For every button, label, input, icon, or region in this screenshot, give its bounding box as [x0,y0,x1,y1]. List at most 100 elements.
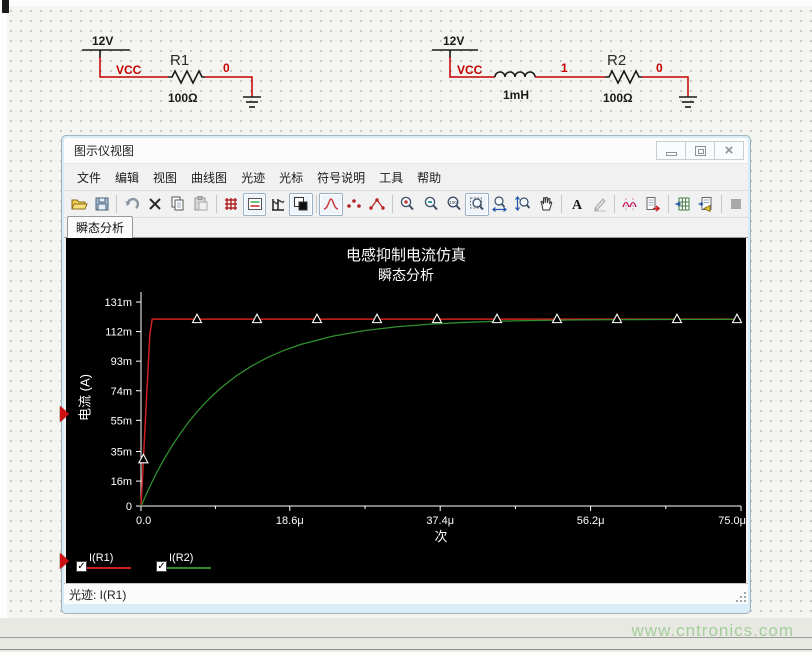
delete-x-icon [146,195,164,213]
net-label-0-right: 0 [656,61,663,75]
undo-icon [123,195,141,213]
curve-mode-button[interactable] [319,193,342,216]
wire-r2-gnd [642,77,688,97]
points-icon [345,195,363,213]
curve-points-icon [368,195,386,213]
tab-transient-analysis[interactable]: 瞬态分析 [67,216,133,238]
menu-cursor[interactable]: 光标 [272,165,310,190]
show-cursors-button[interactable] [618,193,641,216]
save-button[interactable] [90,193,113,216]
undo-button[interactable] [120,193,143,216]
menu-bar: 文件 编辑 视图 曲线图 光迹 光标 符号说明 工具 帮助 [64,164,748,191]
net-label-1: 1 [561,61,568,75]
r1-ref-label: R1 [170,52,189,69]
add-text-button[interactable]: A [565,193,588,216]
window-bottom-edge [64,604,748,612]
selected-legend-arrow [60,553,69,569]
trace-ir2-checkbox[interactable]: ✓ [156,561,167,572]
workspace-top-margin [0,0,812,6]
toolbar-separator [392,195,393,213]
close-button[interactable]: × [714,141,744,160]
paste-icon [192,195,210,213]
save-icon [93,195,111,213]
inductor-l1[interactable] [495,72,535,77]
zoom-in-button[interactable] [396,193,419,216]
svg-text:100: 100 [449,200,457,205]
export-sheet-icon [697,195,715,213]
restore-button[interactable] [685,141,715,160]
grapher-statusbar: 光迹: I(R1) [64,583,748,604]
chart-subtitle: 瞬态分析 [66,265,746,285]
ground-symbol-right[interactable] [679,97,697,107]
black-white-view-button[interactable] [289,193,312,216]
graph-properties-button[interactable] [266,193,289,216]
export-sheet-button[interactable] [695,193,718,216]
curve-point-mode-button[interactable] [366,193,389,216]
chart-panel: 016m35m55m74m93m112m131m0.018.6μ37.4μ56.… [66,238,746,583]
zoom-y-button[interactable] [512,193,535,216]
menu-trace[interactable]: 光迹 [234,165,272,190]
resistor-r2[interactable] [605,71,642,83]
svg-text:0: 0 [126,501,132,513]
open-folder-icon [70,195,88,213]
svg-text:93m: 93m [111,356,132,368]
zoom-100-button[interactable]: 100 [442,193,465,216]
ground-symbol-left[interactable] [243,97,261,107]
toolbar-separator [216,195,217,213]
close-icon: × [725,143,734,158]
schematic-circuit-r2: 12V VCC 1mH 1 R2 100Ω 0 [420,25,712,120]
black-white-overlay-icon [292,195,310,213]
y-axis-label: 电流 (A) [75,358,94,438]
stop-icon [727,195,745,213]
watermark-text: www.cntronics.com [632,621,794,641]
delete-button[interactable] [143,193,166,216]
svg-text:55m: 55m [111,415,132,427]
export-next-button[interactable] [641,193,664,216]
hand-icon [537,195,555,213]
menu-legend[interactable]: 符号说明 [310,165,372,190]
vcc2-power-symbol[interactable] [432,50,478,58]
zoom-out-button[interactable] [419,193,442,216]
menu-graph[interactable]: 曲线图 [184,165,234,190]
resize-grip[interactable] [734,590,746,602]
menu-file[interactable]: 文件 [70,165,108,190]
show-legend-button[interactable] [243,193,266,216]
menu-edit[interactable]: 编辑 [108,165,146,190]
vcc1-voltage-label: 12V [92,34,113,48]
restore-icon [695,146,706,156]
resistor-r1[interactable] [168,71,205,83]
zoom-area-button[interactable] [465,193,488,216]
zoom-x-icon [491,195,509,213]
grapher-titlebar[interactable]: 图示仪视图 × [64,138,748,164]
divider-line [0,649,812,650]
trace-ir1-label: I(R1) [89,552,113,564]
copy-button[interactable] [167,193,190,216]
pan-button[interactable] [535,193,558,216]
menu-view[interactable]: 视图 [146,165,184,190]
open-button[interactable] [67,193,90,216]
stop-button[interactable] [725,193,748,216]
menu-tools[interactable]: 工具 [372,165,410,190]
zoom-x-button[interactable] [489,193,512,216]
trace-ir1-color-line [87,567,131,569]
zoom-in-icon [398,195,416,213]
show-grid-button[interactable] [220,193,243,216]
paste-button[interactable] [190,193,213,216]
minimize-button[interactable] [656,141,686,160]
net-label-vcc1: VCC [116,63,142,77]
selected-trace-arrow [60,406,69,422]
export-page-icon [644,195,662,213]
zoom-out-icon [422,195,440,213]
edit-text-button[interactable] [588,193,611,216]
trace-ir1-checkbox[interactable]: ✓ [76,561,87,572]
legend-item-ir2: ✓ I(R2) [156,554,212,576]
toolbar-separator [316,195,317,213]
grid-icon [222,195,240,213]
menu-help[interactable]: 帮助 [410,165,448,190]
toolbar-separator [668,195,669,213]
cursors-icon [621,195,639,213]
export-excel-button[interactable] [672,193,695,216]
point-mode-button[interactable] [343,193,366,216]
vcc1-power-symbol[interactable] [82,50,130,58]
status-trace-text: 光迹: I(R1) [64,586,126,603]
